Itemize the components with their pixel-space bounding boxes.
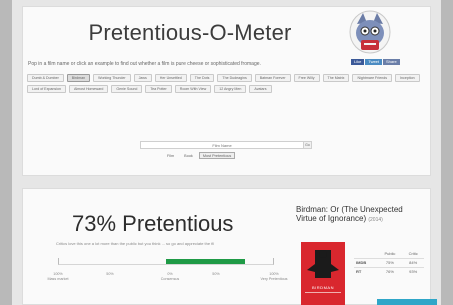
score-source: IMDB [354, 257, 378, 267]
film-title[interactable]: Birdman: Or (The Unexpected Virtue of Ig… [296, 205, 403, 223]
corner-tab[interactable] [377, 299, 437, 305]
example-chip[interactable]: Nightmare Friends [352, 74, 393, 82]
example-chip[interactable]: Avatars [249, 85, 272, 93]
example-chip[interactable]: The Dots [189, 74, 215, 82]
poster-art-icon [301, 242, 345, 305]
public-score: 75% [377, 257, 403, 267]
example-chip[interactable]: The Dudeagins [217, 74, 252, 82]
share-buttons: Like Tweet Share [351, 59, 400, 65]
example-chip[interactable]: Inception [395, 74, 420, 82]
search-bar: Go [140, 141, 312, 149]
table-header: Critic [408, 250, 418, 256]
facebook-like-button[interactable]: Like [351, 59, 365, 65]
meter-scale: 100% Mass market 50% 0% Consensus 50% 100%… [44, 272, 294, 288]
mode-selector: Film Book Most Pretentious [163, 152, 236, 159]
example-chip[interactable]: Lord of Expansion [27, 85, 66, 93]
example-chip[interactable]: Almost Homeward [68, 85, 109, 93]
page-subtitle: Pop in a film name or click an example t… [28, 61, 261, 67]
example-chip[interactable]: Her Unsettled [154, 74, 187, 82]
scale-tick: 50% [212, 272, 220, 276]
scale-tick: 100% Very Pretentious [260, 272, 288, 281]
example-chip[interactable]: The Matrix [322, 74, 350, 82]
result-headline: 73% Pretentious [72, 211, 234, 236]
poster-title: BIRDMAN [312, 285, 334, 290]
share-button[interactable]: Share [383, 59, 400, 65]
scale-tick: 50% [106, 272, 114, 276]
film-poster: BIRDMAN [301, 242, 345, 305]
public-score: 76% [377, 266, 403, 276]
example-chip[interactable]: Working Thunder [93, 74, 131, 82]
example-chip[interactable]: Dumb & Dumber [27, 74, 64, 82]
example-chip[interactable]: Batman Forever [254, 74, 291, 82]
table-row: RT 76% 93% [354, 266, 424, 276]
score-source: RT [354, 266, 378, 276]
mode-film[interactable]: Film [163, 152, 178, 159]
scale-tick: 100% Mass market [47, 272, 69, 281]
mode-book[interactable]: Book [180, 152, 197, 159]
pretentious-meter-fill [166, 259, 245, 264]
table-row: IMDB 75% 84% [354, 257, 424, 267]
tweet-button[interactable]: Tweet [365, 59, 383, 65]
scale-tick: 0% Consensus [160, 272, 180, 281]
example-chip[interactable]: 12 Angry Men [214, 85, 247, 93]
critic-score: 84% [402, 257, 424, 267]
mode-most-pretentious[interactable]: Most Pretentious [198, 152, 236, 159]
example-films: Dumb & Dumber Birdman Working Thunder Ja… [27, 74, 427, 93]
table-header: Public [384, 250, 396, 256]
scores-table: Public Critic IMDB 75% 84% RT 76% 93% [354, 249, 424, 276]
critic-score: 93% [402, 266, 424, 276]
example-chip[interactable]: Birdman [66, 74, 91, 82]
film-search-input[interactable] [141, 142, 303, 148]
example-chip[interactable]: Jaws [133, 74, 152, 82]
example-chip[interactable]: Tea Potter [145, 85, 172, 93]
example-chip[interactable]: Genie Sound [111, 85, 143, 93]
mascot-logo-icon [349, 10, 391, 54]
table-header [354, 249, 378, 258]
result-description: Critics love this one a lot more than th… [56, 241, 215, 246]
film-info: Birdman: Or (The Unexpected Virtue of Ig… [296, 205, 406, 225]
example-chip[interactable]: Room With View [174, 85, 212, 93]
page-title: Pretentious-O-Meter [88, 20, 292, 45]
film-year: (2014) [368, 217, 383, 223]
example-chip[interactable]: Free Willy [293, 74, 320, 82]
search-button[interactable]: Go [303, 142, 311, 148]
